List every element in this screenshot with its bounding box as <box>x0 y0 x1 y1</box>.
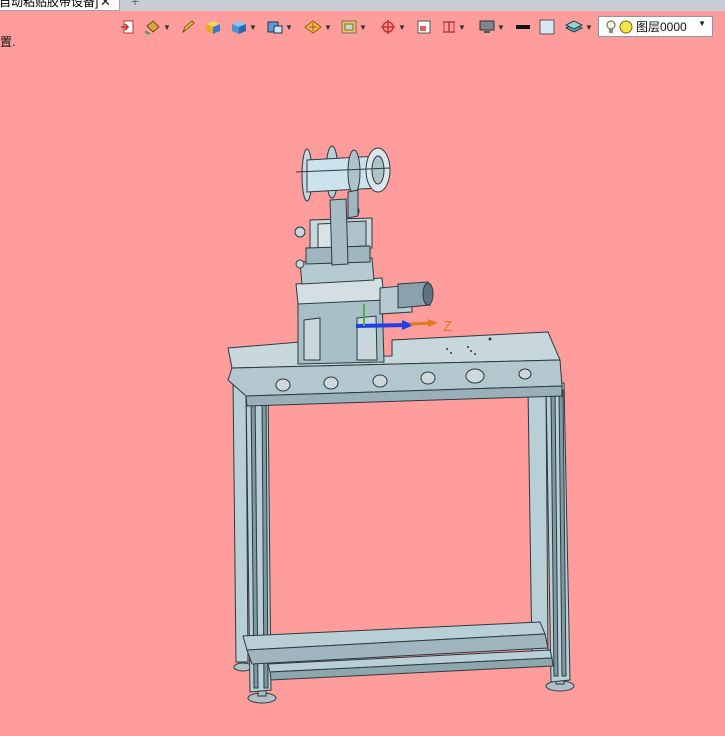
cad-window: 自动粘贴胶带设备] ✕ + 置. ▼ ▼ ▼ ▼ ▼ ▼ ▼ ▼ ▼ 图层000… <box>0 0 725 736</box>
slide-mechanism <box>294 198 373 269</box>
z-axis-label: Z <box>443 318 452 335</box>
machine-model: Z <box>227 145 575 704</box>
machine-base <box>295 257 385 365</box>
lower-crossbar <box>242 621 554 681</box>
table-top <box>227 331 563 407</box>
drive-motor <box>379 281 434 315</box>
